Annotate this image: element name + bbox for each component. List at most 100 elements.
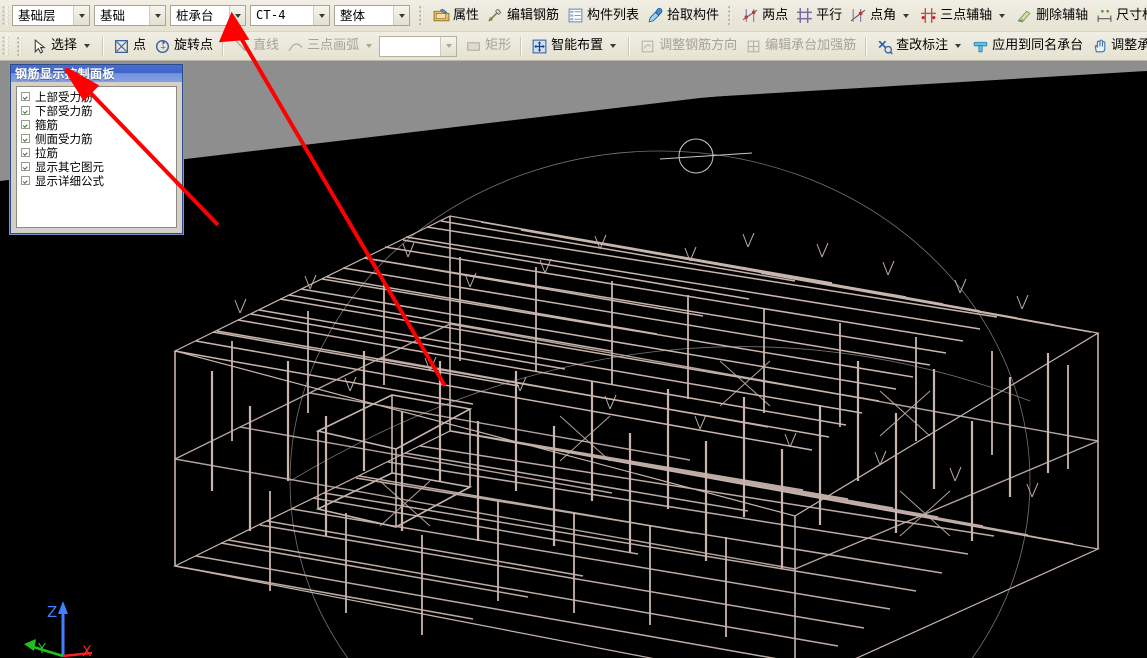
chevron-down-icon[interactable]	[899, 5, 912, 26]
chevron-down-icon[interactable]	[80, 36, 93, 57]
chevron-down-icon	[362, 36, 375, 57]
arc-icon	[287, 38, 304, 55]
eraser-icon	[1016, 7, 1033, 24]
delete-axis-button[interactable]: 删除辅轴	[1012, 4, 1092, 27]
smart-layout-button[interactable]: 智能布置	[527, 35, 623, 58]
category-selector-value: 基础	[95, 6, 130, 25]
checkbox-top-main-rebar[interactable]	[21, 92, 30, 101]
cursor-icon	[31, 38, 48, 55]
checkbox-show-other-elements[interactable]	[21, 162, 30, 171]
rebar-option-tie-rebar[interactable]: 拉筋	[21, 146, 176, 159]
panel-title-bar: 钢筋显示控制面板	[11, 65, 182, 82]
dimension-button-label: 尺寸标注	[1116, 9, 1147, 23]
point-angle-icon	[850, 7, 867, 24]
properties-button[interactable]: 属性	[429, 4, 483, 27]
checkbox-show-detail-formula[interactable]	[21, 176, 30, 185]
chevron-down-icon[interactable]	[440, 37, 456, 56]
label-bottom-main-rebar: 下部受力筋	[35, 105, 93, 117]
properties-icon	[433, 7, 450, 24]
edit-rebar-button[interactable]: 编辑钢筋	[483, 4, 563, 27]
checkbox-bottom-main-rebar[interactable]	[21, 106, 30, 115]
parallel-axis-button[interactable]: 平行	[792, 4, 846, 27]
parallel-icon	[796, 7, 813, 24]
toolbar-separator	[728, 6, 733, 25]
rotate-point-button[interactable]: + 旋转点	[150, 35, 217, 58]
rotate-icon: +	[154, 38, 171, 55]
axis-label-y: Y	[37, 642, 46, 657]
component-list-button[interactable]: 构件列表	[563, 4, 643, 27]
chevron-down-icon[interactable]	[393, 6, 409, 25]
rebar-option-show-other-elements[interactable]: 显示其它图元	[21, 160, 176, 173]
delete-axis-button-label: 删除辅轴	[1036, 9, 1088, 23]
floor-selector-value: 基础层	[13, 6, 61, 25]
component-type-selector[interactable]: 桩承台	[170, 5, 246, 26]
chevron-down-icon[interactable]	[995, 5, 1008, 26]
three-point-icon	[920, 7, 937, 24]
parallel-axis-button-label: 平行	[816, 9, 842, 23]
rebar-display-control-panel[interactable]: 钢筋显示控制面板 上部受力筋 下部受力筋 箍筋 侧面受力筋 拉筋	[9, 63, 184, 235]
top-toolbar: 基础层 基础 桩承台 CT-4 整体 属性	[0, 0, 1147, 32]
rebar-option-show-detail-formula[interactable]: 显示详细公式	[21, 174, 176, 187]
point-angle-axis-button-label: 点角	[870, 9, 896, 23]
rebar-option-bottom-main-rebar[interactable]: 下部受力筋	[21, 104, 176, 117]
edit-cap-rebar-button: 编辑承台加强筋	[741, 35, 860, 58]
three-point-axis-button-label: 三点辅轴	[940, 9, 992, 23]
point-tool-button[interactable]: 点	[109, 35, 150, 58]
toolbar-separator	[865, 37, 867, 56]
adjust-rebar-dir-button: 调整钢筋方向	[635, 35, 741, 58]
modify-label-button[interactable]: 查改标注	[872, 35, 968, 58]
svg-text:+: +	[160, 42, 166, 51]
chevron-down-icon[interactable]	[313, 6, 329, 25]
apply-same-name-button-label: 应用到同名承台	[992, 39, 1083, 53]
smart-layout-button-label: 智能布置	[551, 39, 603, 53]
select-tool-button-label: 选择	[51, 39, 77, 53]
rebar-option-top-main-rebar[interactable]: 上部受力筋	[21, 90, 176, 103]
rebar-option-stirrup[interactable]: 箍筋	[21, 118, 176, 131]
toolbar-separator	[17, 37, 22, 56]
adjust-rebar-dir-button-label: 调整钢筋方向	[659, 39, 737, 53]
label-stirrup: 箍筋	[35, 119, 58, 131]
checkbox-side-main-rebar[interactable]	[21, 134, 30, 143]
adjust-rebar-icon	[639, 38, 656, 55]
apply-icon	[972, 38, 989, 55]
chevron-down-icon[interactable]	[606, 36, 619, 57]
axis-gizmo: Z Y X	[24, 601, 92, 658]
rectangle-tool-button: 矩形	[461, 35, 515, 58]
checkbox-tie-rebar[interactable]	[21, 148, 30, 157]
category-selector[interactable]: 基础	[94, 5, 166, 26]
pick-component-button[interactable]: 拾取构件	[643, 4, 723, 27]
checkbox-stirrup[interactable]	[21, 120, 30, 129]
label-top-main-rebar: 上部受力筋	[35, 91, 93, 103]
component-list-button-label: 构件列表	[587, 9, 639, 23]
toolbar-grip-icon[interactable]	[2, 6, 9, 26]
toolbar-grip-icon[interactable]	[2, 36, 9, 56]
apply-same-name-button[interactable]: 应用到同名承台	[968, 35, 1087, 58]
adjust-cap-slope-button-label: 调整承台放坡	[1111, 39, 1147, 53]
component-selector[interactable]: CT-4	[250, 5, 330, 26]
chevron-down-icon[interactable]	[229, 6, 245, 25]
properties-button-label: 属性	[453, 9, 479, 23]
three-point-arc-button-label: 三点画弧	[307, 39, 359, 53]
style-selector[interactable]	[379, 36, 457, 57]
adjust-cap-slope-button[interactable]: 调整承台放坡	[1087, 35, 1147, 58]
component-selector-value: CT-4	[251, 6, 291, 25]
view-mode-selector[interactable]: 整体	[334, 5, 410, 26]
chevron-down-icon[interactable]	[149, 6, 165, 25]
point-angle-axis-button[interactable]: 点角	[846, 4, 916, 27]
select-tool-button[interactable]: 选择	[27, 35, 97, 58]
label-show-detail-formula: 显示详细公式	[35, 175, 104, 187]
rebar-option-side-main-rebar[interactable]: 侧面受力筋	[21, 132, 176, 145]
floor-selector[interactable]: 基础层	[12, 5, 90, 26]
toolbar-separator	[222, 37, 224, 56]
two-point-axis-button[interactable]: 两点	[738, 4, 792, 27]
dimension-button[interactable]: 尺寸标注	[1092, 4, 1147, 27]
toolbar-separator	[102, 37, 104, 56]
three-point-arc-button: 三点画弧	[283, 35, 379, 58]
label-side-main-rebar: 侧面受力筋	[35, 133, 93, 145]
modify-label-button-label: 查改标注	[896, 39, 948, 53]
chevron-down-icon[interactable]	[951, 36, 964, 57]
chevron-down-icon[interactable]	[73, 6, 89, 25]
rebar-option-list[interactable]: 上部受力筋 下部受力筋 箍筋 侧面受力筋 拉筋 显示其它图元	[16, 86, 177, 228]
axis-label-z: Z	[47, 603, 57, 621]
three-point-axis-button[interactable]: 三点辅轴	[916, 4, 1012, 27]
